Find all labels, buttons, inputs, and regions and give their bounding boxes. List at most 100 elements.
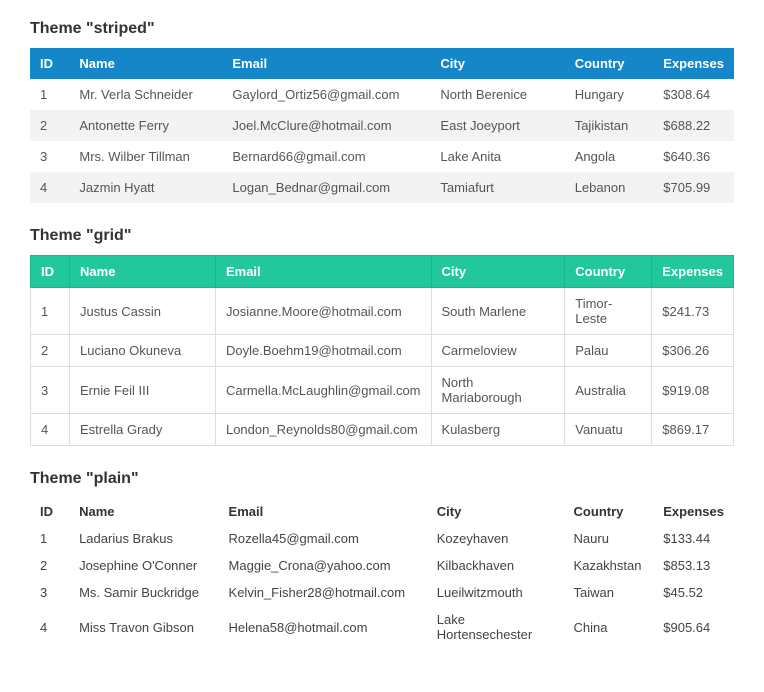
- cell-id: 2: [30, 552, 69, 579]
- cell-name: Ernie Feil III: [70, 367, 216, 414]
- cell-name: Miss Travon Gibson: [69, 606, 218, 648]
- cell-expenses: $705.99: [653, 172, 734, 203]
- col-name: Name: [69, 498, 218, 525]
- col-expenses: Expenses: [653, 48, 734, 79]
- table-row: 4 Estrella Grady London_Reynolds80@gmail…: [31, 414, 734, 446]
- cell-email: Bernard66@gmail.com: [222, 141, 430, 172]
- col-id: ID: [30, 48, 69, 79]
- cell-country: Palau: [565, 335, 652, 367]
- table-header-row: ID Name Email City Country Expenses: [30, 48, 734, 79]
- table-header-row: ID Name Email City Country Expenses: [30, 498, 734, 525]
- cell-country: Timor-Leste: [565, 288, 652, 335]
- cell-country: Taiwan: [564, 579, 654, 606]
- cell-email: Gaylord_Ortiz56@gmail.com: [222, 79, 430, 110]
- cell-city: Tamiafurt: [430, 172, 564, 203]
- cell-email: Logan_Bednar@gmail.com: [222, 172, 430, 203]
- table-row: 2 Antonette Ferry Joel.McClure@hotmail.c…: [30, 110, 734, 141]
- heading-striped: Theme "striped": [30, 20, 734, 38]
- section-plain: Theme "plain" ID Name Email City Country…: [30, 470, 734, 648]
- cell-id: 3: [31, 367, 70, 414]
- cell-id: 1: [31, 288, 70, 335]
- cell-country: Lebanon: [565, 172, 654, 203]
- cell-city: Kozeyhaven: [427, 525, 564, 552]
- cell-country: Tajikistan: [565, 110, 654, 141]
- cell-email: London_Reynolds80@gmail.com: [215, 414, 431, 446]
- cell-country: Australia: [565, 367, 652, 414]
- cell-city: Lueilwitzmouth: [427, 579, 564, 606]
- table-row: 4 Jazmin Hyatt Logan_Bednar@gmail.com Ta…: [30, 172, 734, 203]
- col-id: ID: [31, 256, 70, 288]
- cell-country: Kazakhstan: [564, 552, 654, 579]
- cell-city: South Marlene: [431, 288, 565, 335]
- cell-city: Kulasberg: [431, 414, 565, 446]
- cell-expenses: $241.73: [652, 288, 734, 335]
- table-row: 3 Ms. Samir Buckridge Kelvin_Fisher28@ho…: [30, 579, 734, 606]
- cell-city: North Mariaborough: [431, 367, 565, 414]
- cell-city: Lake Anita: [430, 141, 564, 172]
- cell-expenses: $853.13: [653, 552, 734, 579]
- cell-email: Rozella45@gmail.com: [219, 525, 427, 552]
- table-row: 1 Ladarius Brakus Rozella45@gmail.com Ko…: [30, 525, 734, 552]
- cell-name: Ms. Samir Buckridge: [69, 579, 218, 606]
- cell-name: Jazmin Hyatt: [69, 172, 222, 203]
- cell-name: Estrella Grady: [70, 414, 216, 446]
- table-plain: ID Name Email City Country Expenses 1 La…: [30, 498, 734, 648]
- cell-id: 1: [30, 525, 69, 552]
- cell-email: Josianne.Moore@hotmail.com: [215, 288, 431, 335]
- cell-expenses: $306.26: [652, 335, 734, 367]
- col-email: Email: [215, 256, 431, 288]
- cell-expenses: $688.22: [653, 110, 734, 141]
- cell-email: Joel.McClure@hotmail.com: [222, 110, 430, 141]
- cell-name: Luciano Okuneva: [70, 335, 216, 367]
- cell-name: Josephine O'Conner: [69, 552, 218, 579]
- cell-id: 2: [30, 110, 69, 141]
- cell-email: Maggie_Crona@yahoo.com: [219, 552, 427, 579]
- cell-name: Antonette Ferry: [69, 110, 222, 141]
- cell-expenses: $869.17: [652, 414, 734, 446]
- cell-name: Ladarius Brakus: [69, 525, 218, 552]
- cell-country: Vanuatu: [565, 414, 652, 446]
- table-row: 4 Miss Travon Gibson Helena58@hotmail.co…: [30, 606, 734, 648]
- cell-city: East Joeyport: [430, 110, 564, 141]
- col-id: ID: [30, 498, 69, 525]
- col-name: Name: [70, 256, 216, 288]
- cell-city: North Berenice: [430, 79, 564, 110]
- cell-expenses: $640.36: [653, 141, 734, 172]
- cell-name: Justus Cassin: [70, 288, 216, 335]
- cell-city: Carmeloview: [431, 335, 565, 367]
- cell-email: Kelvin_Fisher28@hotmail.com: [219, 579, 427, 606]
- table-row: 1 Justus Cassin Josianne.Moore@hotmail.c…: [31, 288, 734, 335]
- cell-country: Hungary: [565, 79, 654, 110]
- cell-country: Nauru: [564, 525, 654, 552]
- table-striped: ID Name Email City Country Expenses 1 Mr…: [30, 48, 734, 203]
- cell-id: 4: [30, 172, 69, 203]
- cell-expenses: $133.44: [653, 525, 734, 552]
- section-grid: Theme "grid" ID Name Email City Country …: [30, 227, 734, 446]
- heading-plain: Theme "plain": [30, 470, 734, 488]
- cell-email: Helena58@hotmail.com: [219, 606, 427, 648]
- table-row: 3 Mrs. Wilber Tillman Bernard66@gmail.co…: [30, 141, 734, 172]
- table-grid: ID Name Email City Country Expenses 1 Ju…: [30, 255, 734, 446]
- cell-expenses: $308.64: [653, 79, 734, 110]
- cell-name: Mrs. Wilber Tillman: [69, 141, 222, 172]
- cell-id: 3: [30, 579, 69, 606]
- cell-name: Mr. Verla Schneider: [69, 79, 222, 110]
- cell-id: 4: [31, 414, 70, 446]
- col-country: Country: [565, 256, 652, 288]
- col-email: Email: [222, 48, 430, 79]
- table-row: 3 Ernie Feil III Carmella.McLaughlin@gma…: [31, 367, 734, 414]
- col-country: Country: [565, 48, 654, 79]
- col-country: Country: [564, 498, 654, 525]
- heading-grid: Theme "grid": [30, 227, 734, 245]
- col-city: City: [427, 498, 564, 525]
- col-email: Email: [219, 498, 427, 525]
- cell-id: 3: [30, 141, 69, 172]
- cell-email: Doyle.Boehm19@hotmail.com: [215, 335, 431, 367]
- cell-country: China: [564, 606, 654, 648]
- cell-city: Kilbackhaven: [427, 552, 564, 579]
- section-striped: Theme "striped" ID Name Email City Count…: [30, 20, 734, 203]
- table-header-row: ID Name Email City Country Expenses: [31, 256, 734, 288]
- cell-country: Angola: [565, 141, 654, 172]
- cell-email: Carmella.McLaughlin@gmail.com: [215, 367, 431, 414]
- col-city: City: [431, 256, 565, 288]
